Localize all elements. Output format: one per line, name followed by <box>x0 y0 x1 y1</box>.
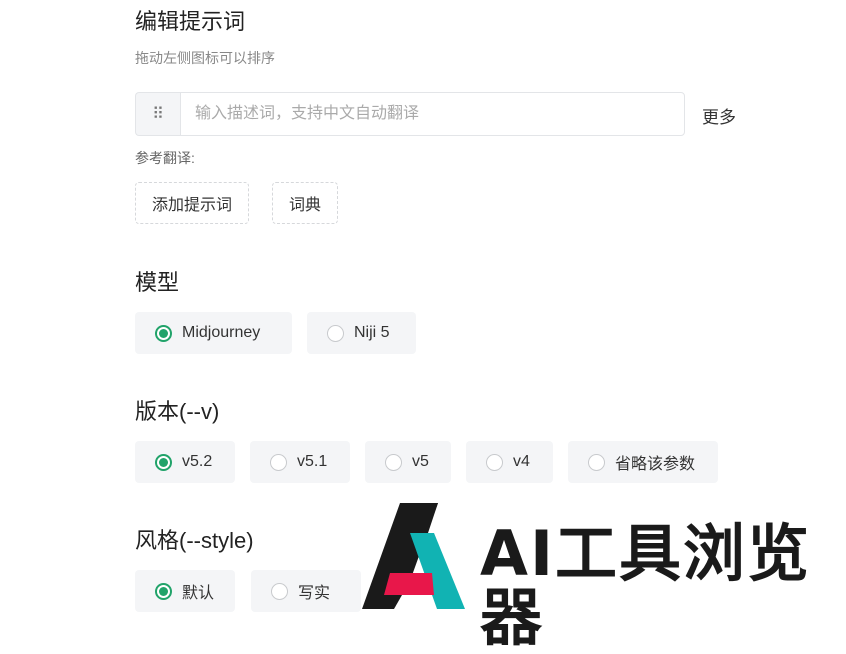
style-option-default[interactable]: 默认 <box>135 570 235 612</box>
radio-selected-icon <box>155 582 172 600</box>
version-section-title: 版本(--v) <box>135 399 220 424</box>
version-option-v5[interactable]: v5 <box>365 441 451 483</box>
style-option-realistic[interactable]: 写实 <box>251 570 361 612</box>
model-option-niji[interactable]: Niji 5 <box>307 312 416 354</box>
radio-unselected-icon <box>385 453 402 471</box>
add-prompt-button[interactable]: 添加提示词 <box>135 182 250 224</box>
version-option-label: v5.2 <box>182 453 213 470</box>
radio-unselected-icon <box>270 453 287 471</box>
more-button[interactable]: 更多 <box>702 103 736 128</box>
version-option-v5-1[interactable]: v5.1 <box>250 441 350 483</box>
model-section-title: 模型 <box>135 270 180 295</box>
version-option-label: v4 <box>513 453 530 470</box>
version-option-omit[interactable]: 省略该参数 <box>568 441 718 483</box>
watermark-logo-icon <box>362 503 465 609</box>
style-option-label: 默认 <box>182 585 215 602</box>
watermark-text: AI工具浏览器 <box>480 517 812 654</box>
style-option-label: 写实 <box>298 585 331 602</box>
editor-title: 编辑提示词 <box>135 9 246 34</box>
radio-unselected-icon <box>327 324 344 342</box>
version-option-label: v5 <box>412 453 429 470</box>
editor-subtitle: 拖动左侧图标可以排序 <box>135 50 275 66</box>
version-option-v5-2[interactable]: v5.2 <box>135 441 235 483</box>
drag-handle-icon[interactable]: ⠿ <box>135 92 180 136</box>
radio-unselected-icon <box>486 453 503 471</box>
style-section-title: 风格(--style) <box>135 528 254 553</box>
radio-unselected-icon <box>588 453 605 471</box>
dictionary-button[interactable]: 词典 <box>272 182 339 224</box>
model-option-midjourney[interactable]: Midjourney <box>135 312 292 354</box>
version-option-v4[interactable]: v4 <box>466 441 553 483</box>
prompt-input[interactable] <box>180 92 685 136</box>
version-option-label: v5.1 <box>297 453 328 470</box>
prompt-row: ⠿ <box>135 92 685 136</box>
radio-selected-icon <box>155 324 172 342</box>
radio-selected-icon <box>155 453 172 471</box>
model-option-label: Midjourney <box>182 324 261 341</box>
version-option-label: 省略该参数 <box>615 456 696 473</box>
radio-unselected-icon <box>271 582 288 600</box>
model-option-label: Niji 5 <box>354 324 390 341</box>
reference-translation-label: 参考翻译: <box>135 150 195 166</box>
